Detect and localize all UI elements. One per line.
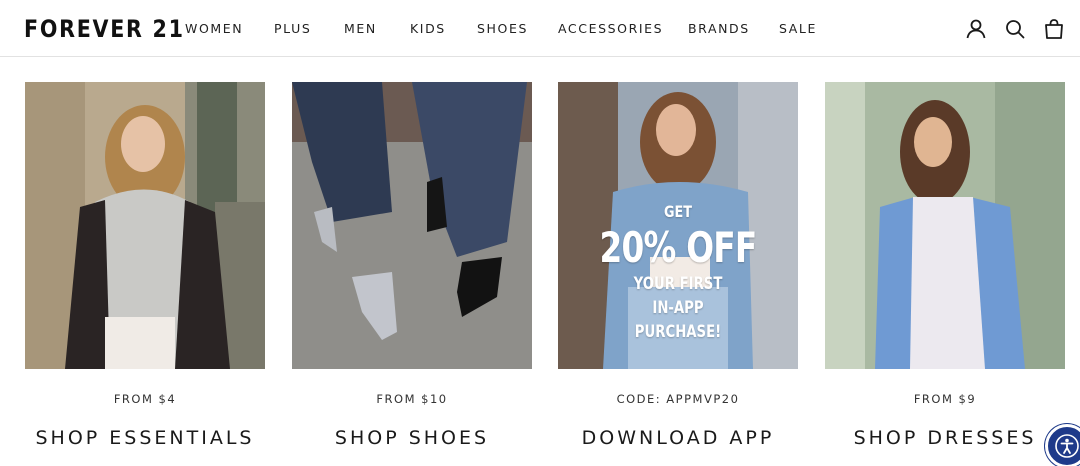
accessibility-icon [1055, 434, 1079, 458]
card-subtitle: CODE: APPMVP20 [616, 392, 740, 406]
accessibility-button[interactable] [1045, 424, 1080, 466]
promo-discount: 20% OFF [599, 223, 758, 272]
promo-line-3: YOUR FIRST [633, 274, 723, 294]
shoes-image[interactable] [292, 82, 532, 369]
shop-essentials-link[interactable]: SHOP ESSENTIALS [0, 426, 295, 450]
promo-line-4: IN-APP [652, 298, 704, 318]
search-icon[interactable] [1002, 16, 1028, 42]
product-card-dresses: FROM $9 SHOP DRESSES [825, 82, 1065, 449]
app-promo-image[interactable]: GET 20% OFF YOUR FIRST IN-APP PURCHASE! [558, 82, 798, 369]
card-subtitle: FROM $4 [113, 392, 177, 406]
product-card-app: GET 20% OFF YOUR FIRST IN-APP PURCHASE! … [558, 82, 798, 449]
site-header: FOREVER 21 WOMEN PLUS MEN KIDS SHOES ACC… [0, 0, 1080, 57]
product-card-shoes: FROM $10 SHOP SHOES [292, 82, 532, 449]
shop-shoes-link[interactable]: SHOP SHOES [262, 426, 562, 450]
shop-dresses-link[interactable]: SHOP DRESSES [795, 426, 1080, 450]
promo-line-get: GET [664, 202, 692, 221]
dresses-image[interactable] [825, 82, 1065, 369]
download-app-link[interactable]: DOWNLOAD APP [528, 426, 828, 450]
card-subtitle: FROM $9 [913, 392, 977, 406]
product-card-essentials: FROM $4 SHOP ESSENTIALS [25, 82, 265, 449]
shopping-bag-icon[interactable] [1041, 16, 1067, 42]
essentials-image[interactable] [25, 82, 265, 369]
card-subtitle: FROM $10 [376, 392, 448, 406]
app-promo-text: GET 20% OFF YOUR FIRST IN-APP PURCHASE! [558, 200, 798, 344]
account-icon[interactable] [963, 16, 989, 42]
promo-line-5: PURCHASE! [634, 322, 722, 342]
